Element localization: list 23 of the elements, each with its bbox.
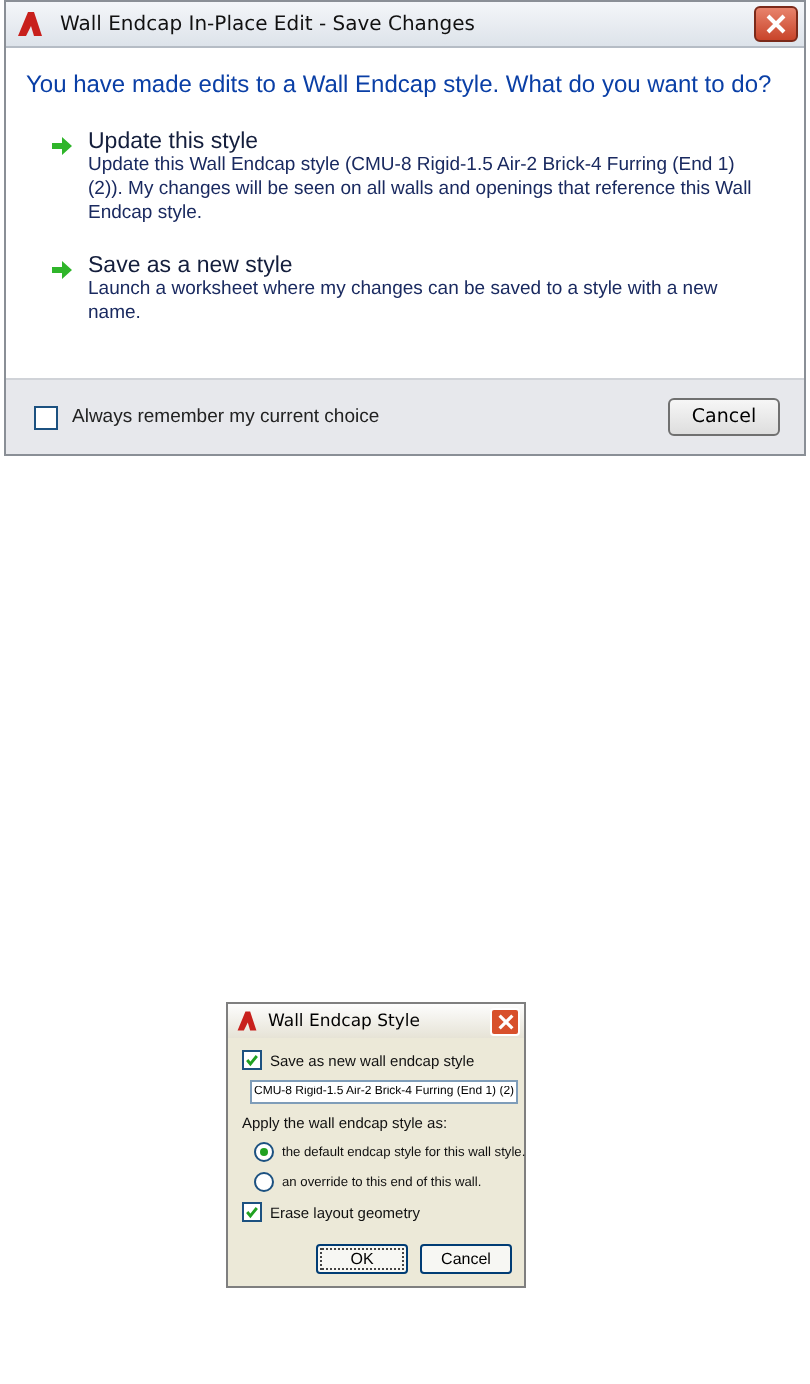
checkbox[interactable] xyxy=(34,405,58,429)
arrow-icon xyxy=(50,134,74,158)
option-link[interactable]: Update this style xyxy=(88,130,758,154)
radio-button[interactable] xyxy=(254,1142,274,1162)
dialog-heading: You have made edits to a Wall Endcap style. What do you want to do? xyxy=(26,68,772,100)
cancel-button[interactable]: Cancel xyxy=(420,1244,512,1274)
option-link[interactable]: Save as a new style xyxy=(88,254,758,278)
checkbox[interactable] xyxy=(242,1050,262,1070)
app-logo-icon xyxy=(16,10,44,38)
arrow-icon xyxy=(50,258,74,282)
option-description: Launch a worksheet where my changes can be saved to a style with a new name. xyxy=(88,278,720,326)
cancel-button[interactable]: Cancel xyxy=(668,398,780,436)
close-icon xyxy=(497,1013,513,1029)
close-button[interactable] xyxy=(754,6,798,42)
ok-button[interactable]: OK xyxy=(316,1244,408,1274)
option-description: Update this Wall Endcap style (CMU-8 Rigid-1.5 Air-2 Brick-4 Furring (End 1) (2)). My changes will be seen on all walls and openings that reference this Wall Endcap style. xyxy=(88,154,754,226)
radio-button[interactable] xyxy=(254,1172,274,1192)
window-title: Wall Endcap Style xyxy=(268,1011,422,1031)
close-icon xyxy=(766,14,786,34)
checkbox-label: Always remember my current choice xyxy=(72,406,380,428)
app-logo-icon xyxy=(236,1010,258,1032)
checkbox[interactable] xyxy=(242,1202,262,1222)
window-title: Wall Endcap In-Place Edit - Save Changes xyxy=(60,13,477,35)
